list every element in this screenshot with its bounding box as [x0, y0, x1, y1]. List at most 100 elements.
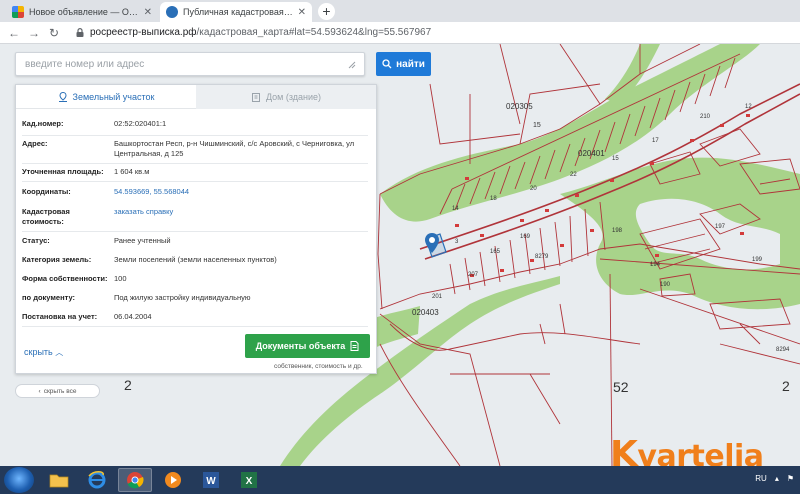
order-certificate-link[interactable]: заказать справку	[114, 207, 359, 217]
word-icon[interactable]: W	[194, 468, 228, 492]
lot-label: 197	[715, 224, 726, 230]
resize-grip-icon	[348, 61, 356, 69]
parcel-info-panel: Земельный участок Дом (здание) Кад.номер…	[15, 84, 377, 374]
search-icon	[382, 59, 392, 69]
flag-icon[interactable]: ⚑	[787, 474, 794, 483]
start-button-icon[interactable]	[4, 467, 34, 493]
lot-label: 165	[490, 249, 501, 255]
land-plot-icon	[58, 91, 67, 102]
lot-label: 17	[652, 138, 659, 144]
url-path: /кадастровая_карта#lat=54.593624&lng=55.…	[196, 27, 432, 38]
hide-label: скрыть	[24, 347, 53, 357]
close-tab-icon[interactable]: ✕	[144, 7, 152, 18]
row-value: Земли поселений (земли населенных пункто…	[114, 255, 277, 264]
tab-title: Новое объявление — Объявле	[29, 7, 140, 17]
close-tab-icon[interactable]: ✕	[298, 7, 306, 18]
row-label: Кад.номер:	[22, 119, 64, 128]
lot-label: 22	[570, 172, 577, 178]
media-player-icon[interactable]	[156, 468, 190, 492]
chevron-left-icon: ‹	[38, 387, 41, 395]
map-favicon-icon	[166, 6, 178, 18]
tab-house[interactable]: Дом (здание)	[196, 85, 376, 109]
lot-label: 12	[745, 104, 752, 110]
tab-house-label: Дом (здание)	[265, 92, 322, 102]
chevron-up-icon: ︿	[55, 348, 64, 357]
tab-land-label: Земельный участок	[72, 91, 155, 102]
lock-icon	[76, 28, 84, 37]
file-explorer-icon[interactable]	[42, 468, 76, 492]
hide-all-button[interactable]: ‹ скрыть все	[15, 384, 100, 398]
tray-arrow-icon[interactable]: ▴	[775, 474, 779, 483]
hide-all-label: скрыть все	[43, 387, 77, 395]
reload-icon[interactable]: ↻	[46, 25, 62, 41]
row-value: Башкортостан Респ, р-н Чишминский, с/с А…	[114, 139, 355, 158]
lot-label: 194	[650, 262, 661, 268]
docs-note: собственник, стоимость и др.	[274, 363, 363, 370]
quarter-label: 020305	[506, 102, 533, 111]
new-tab-button[interactable]: +	[318, 3, 335, 20]
lot-label: 8294	[776, 347, 790, 353]
zone-label: 2	[124, 377, 132, 393]
lot-label: 3	[455, 239, 459, 245]
search-placeholder: введите номер или адрес	[25, 59, 145, 70]
search-button[interactable]: найти	[376, 52, 431, 76]
tab-land-plot[interactable]: Земельный участок	[16, 85, 196, 109]
lot-label: 8279	[535, 254, 549, 260]
browser-tab-ads[interactable]: Новое объявление — Объявле ✕	[6, 2, 158, 22]
svg-text:W: W	[206, 476, 216, 487]
lot-label: 190	[660, 282, 671, 288]
divider	[22, 326, 368, 327]
language-indicator[interactable]: RU	[755, 474, 767, 483]
lot-label: 198	[612, 228, 623, 234]
os-taskbar: W X RU ▴ ⚑	[0, 466, 800, 494]
quarter-label: 020401	[578, 149, 605, 158]
panel-tabs: Земельный участок Дом (здание)	[16, 85, 376, 109]
lot-label: 210	[700, 114, 711, 120]
row-value: 100	[114, 274, 127, 283]
lot-label: 169	[520, 234, 531, 240]
forward-arrow-icon[interactable]: →	[26, 25, 42, 41]
docs-button-label: Документы объекта	[255, 341, 346, 351]
document-icon	[350, 341, 359, 351]
search-button-label: найти	[396, 58, 425, 70]
lot-label: 18	[490, 196, 497, 202]
tab-title: Публичная кадастровая карта	[183, 7, 294, 17]
row-label: Постановка на учет:	[22, 312, 98, 321]
browser-tab-cadastral-map[interactable]: Публичная кадастровая карта ✕	[160, 2, 312, 22]
row-value: 02:52:020401:1	[114, 119, 167, 128]
row-label: по документу:	[22, 293, 76, 302]
row-label: Координаты:	[22, 187, 71, 196]
object-documents-button[interactable]: Документы объекта	[245, 334, 370, 358]
lot-label: 15	[612, 156, 619, 162]
lot-label: 201	[432, 294, 443, 300]
chrome-icon[interactable]	[118, 468, 152, 492]
system-tray: RU ▴ ⚑	[755, 474, 794, 483]
row-label: Статус:	[22, 236, 50, 245]
browser-tab-bar: Новое объявление — Объявле ✕ Публичная к…	[0, 0, 800, 22]
building-icon	[251, 93, 260, 102]
lot-label: 199	[752, 257, 763, 263]
divider	[22, 135, 368, 136]
zone-label: 52	[613, 379, 629, 395]
lot-label: 14	[452, 206, 459, 212]
row-value: 06.04.2004	[114, 312, 152, 321]
divider	[22, 231, 368, 232]
search-box[interactable]: введите номер или адрес	[15, 52, 365, 76]
excel-icon[interactable]: X	[232, 468, 266, 492]
ads-favicon-icon	[12, 6, 24, 18]
internet-explorer-icon[interactable]	[80, 468, 114, 492]
row-label: Категория земель:	[22, 255, 92, 264]
row-value: Ранее учтенный	[114, 236, 171, 245]
row-label: Уточненная площадь:	[22, 167, 104, 176]
back-arrow-icon[interactable]: ←	[6, 25, 22, 41]
address-bar: ← → ↻ росреестр-выписка.рф/кадастровая_к…	[0, 22, 800, 44]
url-host: росреестр-выписка.рф	[90, 27, 197, 38]
url-field[interactable]: росреестр-выписка.рф/кадастровая_карта#l…	[90, 27, 431, 38]
hide-panel-link[interactable]: скрыть ︿	[24, 347, 63, 358]
coordinates-value[interactable]: 54.593669, 55.568044	[114, 187, 359, 197]
location-pin-icon[interactable]	[425, 233, 439, 253]
svg-text:X: X	[246, 476, 253, 487]
divider	[22, 163, 368, 164]
lot-label: 15	[533, 122, 541, 129]
quarter-label: 020403	[412, 308, 439, 317]
